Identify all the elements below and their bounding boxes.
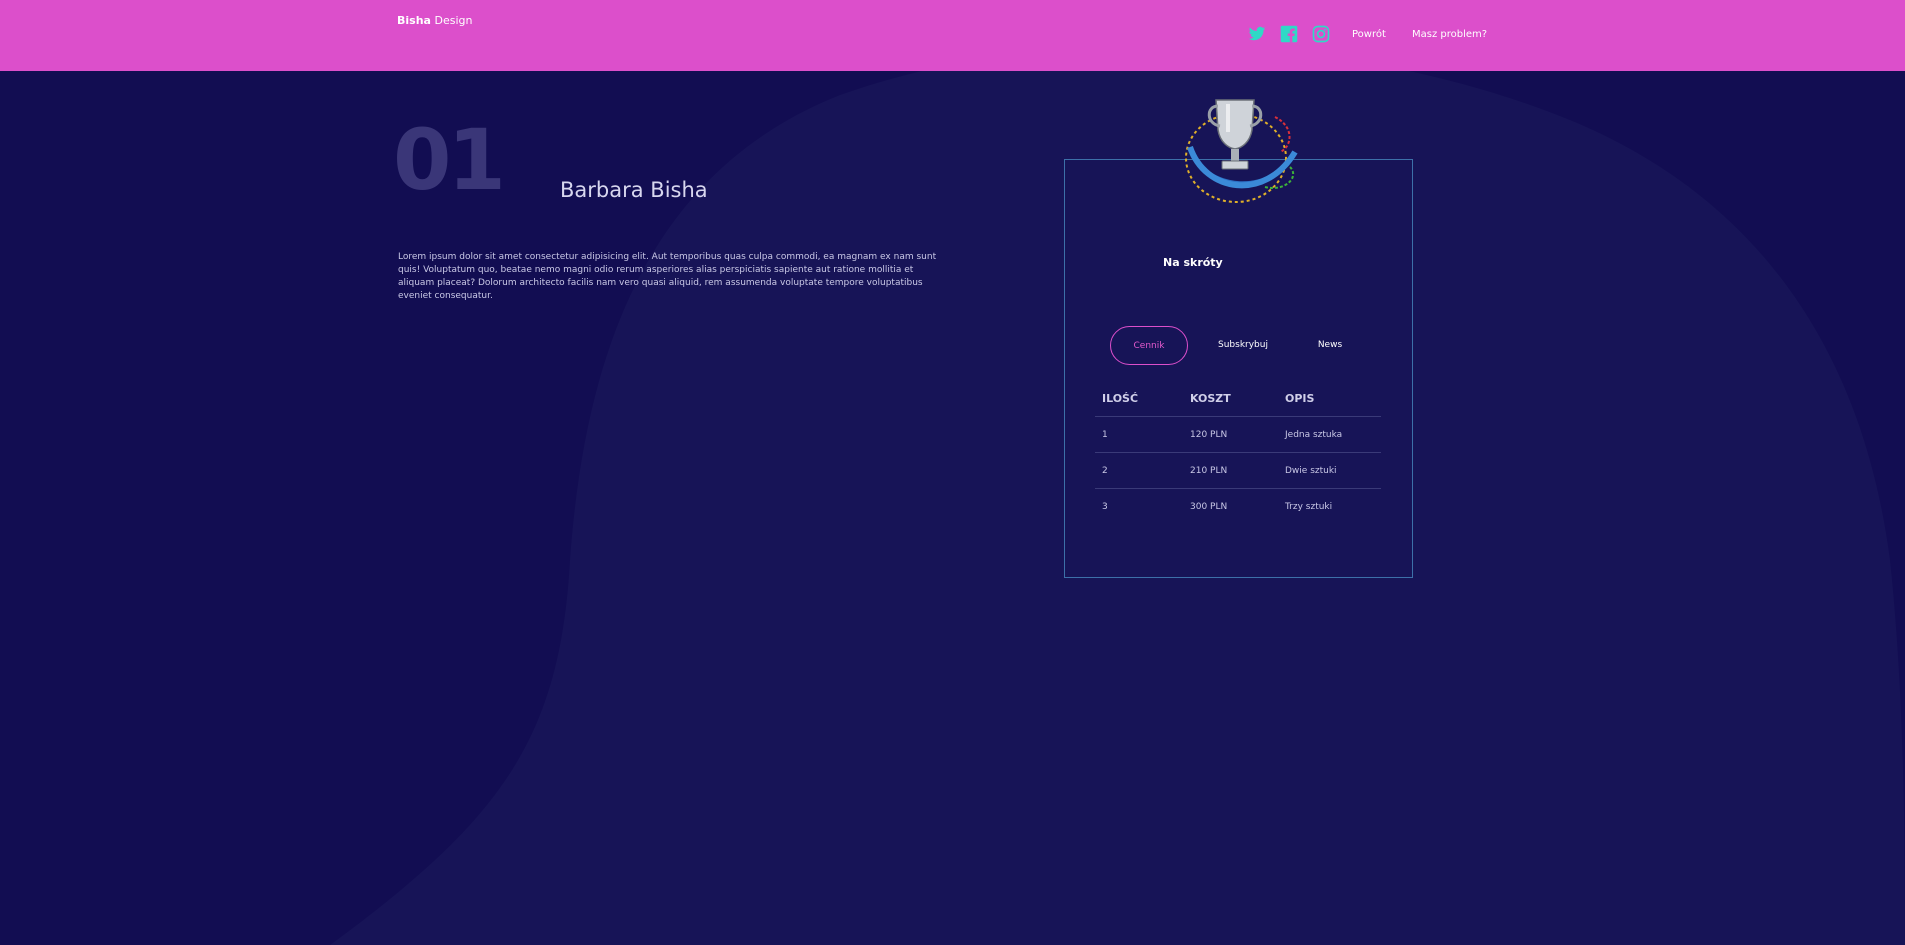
table-row: 2 210 PLN Dwie sztuki <box>1095 452 1381 489</box>
cell-description: Dwie sztuki <box>1278 452 1381 489</box>
instagram-icon[interactable] <box>1312 25 1330 43</box>
cell-cost: 120 PLN <box>1183 416 1278 453</box>
column-header-cost: KOSZT <box>1183 392 1278 417</box>
tab-cennik[interactable]: Cennik <box>1110 326 1188 365</box>
column-header-description: OPIS <box>1278 392 1381 417</box>
cell-quantity: 3 <box>1102 502 1108 512</box>
table-row: 3 300 PLN Trzy sztuki <box>1095 489 1381 525</box>
cell-description: Jedna sztuka <box>1278 416 1381 453</box>
column-header-quantity: ILOŚĆ <box>1095 392 1183 417</box>
cell-description: Trzy sztuki <box>1285 502 1333 512</box>
trophy-icon <box>1185 99 1298 203</box>
social-links <box>1248 25 1344 43</box>
table-row: 1 120 PLN Jedna sztuka <box>1095 416 1381 453</box>
card-title: Na skróty <box>1163 256 1223 269</box>
table-header-row: ILOŚĆ KOSZT OPIS <box>1095 392 1381 417</box>
hero-name: Barbara Bisha <box>560 178 708 202</box>
cell-quantity: 2 <box>1095 452 1183 489</box>
cell-cost: 210 PLN <box>1183 452 1278 489</box>
hero-description: Lorem ipsum dolor sit amet consectetur a… <box>398 252 937 301</box>
nav-link-back[interactable]: Powrót <box>1352 29 1386 40</box>
cell-cost: 300 PLN <box>1190 502 1228 512</box>
background-shape <box>330 44 1905 945</box>
brand-bold: Bisha <box>397 14 431 27</box>
nav-link-help[interactable]: Masz problem? <box>1412 29 1487 40</box>
brand-rest: Design <box>434 14 473 27</box>
price-table: ILOŚĆ KOSZT OPIS 1 120 PLN Jedna sztuka … <box>1095 392 1381 524</box>
section-number: 01 <box>393 111 506 209</box>
shortcuts-card: Na skróty Cennik Subskrybuj News ILOŚĆ K… <box>1064 159 1413 578</box>
tab-subskrybuj[interactable]: Subskrybuj <box>1198 326 1288 363</box>
cell-quantity: 1 <box>1095 416 1183 453</box>
top-header: Bisha Design Powrót Masz problem? <box>0 0 1905 71</box>
facebook-icon[interactable] <box>1280 25 1298 43</box>
tab-news[interactable]: News <box>1290 326 1370 363</box>
twitter-icon[interactable] <box>1248 25 1266 43</box>
brand-logo[interactable]: Bisha Design <box>397 14 472 27</box>
